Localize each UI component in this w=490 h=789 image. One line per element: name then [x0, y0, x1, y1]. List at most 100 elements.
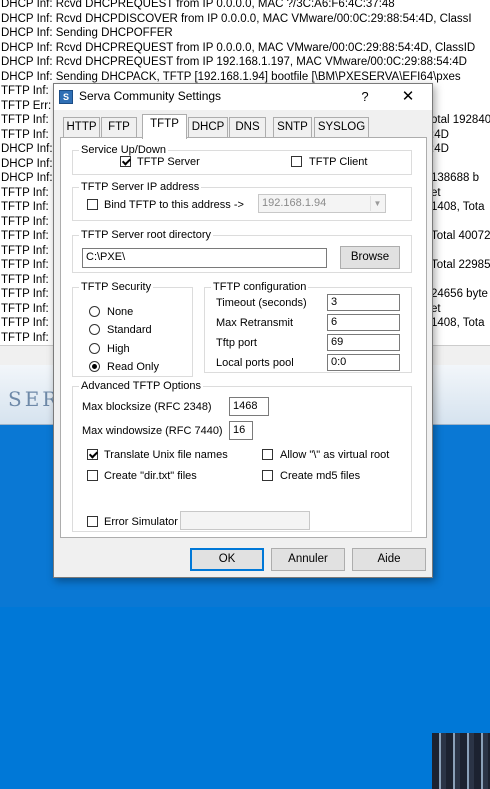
- log-line-fragment: otal 192840: [431, 114, 490, 126]
- log-line: TFTP Inf:: [1, 128, 49, 141]
- log-line-fragment: Total 40072: [431, 230, 490, 242]
- log-line-fragment: 24656 byte: [431, 288, 488, 300]
- tftp-port-label: Tftp port: [216, 337, 257, 349]
- error-simulator-label: Error Simulator: [104, 516, 178, 528]
- log-line: TFTP Inf:: [1, 331, 49, 344]
- log-line: DHCP Inf: Rcvd DHCPDISCOVER from IP 0.0.…: [1, 12, 472, 25]
- security-none-label: None: [107, 306, 134, 318]
- security-readonly-label: Read Only: [107, 361, 159, 373]
- tftp-server-checkbox[interactable]: [120, 156, 131, 167]
- max-retransmit-label: Max Retransmit: [216, 317, 294, 329]
- translate-unix-label: Translate Unix file names: [104, 449, 228, 461]
- log-line-fragment: 1408, Tota: [431, 317, 485, 329]
- log-line: TFTP Inf:: [1, 317, 49, 329]
- tab-sntp[interactable]: SNTP: [273, 117, 312, 138]
- log-line-fragment: :4D: [431, 128, 449, 141]
- error-simulator-checkbox[interactable]: [87, 516, 98, 527]
- browse-button[interactable]: Browse: [340, 246, 400, 269]
- ip-address-combobox[interactable]: 192.168.1.94 ▼: [258, 194, 386, 213]
- log-line: TFTP Inf:: [1, 201, 49, 213]
- log-line: DHCP Inf:: [1, 143, 53, 155]
- max-blocksize-label: Max blocksize (RFC 2348): [82, 401, 212, 413]
- max-windowsize-input[interactable]: 16: [229, 421, 253, 440]
- virtual-root-label: Allow "\" as virtual root: [280, 449, 390, 461]
- tftp-client-checkbox[interactable]: [291, 156, 302, 167]
- settings-dialog: S Serva Community Settings ? ✕ HTTP FTP …: [53, 83, 433, 578]
- tab-ftp[interactable]: FTP: [101, 117, 137, 138]
- tab-dhcp[interactable]: DHCP: [188, 117, 228, 138]
- configuration-group: TFTP configuration Timeout (seconds) 3 M…: [204, 280, 412, 373]
- root-directory-group: TFTP Server root directory C:\PXE\ Brows…: [72, 228, 412, 273]
- log-line: TFTP Err:: [1, 99, 52, 112]
- dialog-title: Serva Community Settings: [79, 89, 222, 103]
- advanced-options-group: Advanced TFTP Options Max blocksize (RFC…: [72, 379, 412, 532]
- ok-button[interactable]: OK: [190, 548, 264, 571]
- security-high-radio[interactable]: [89, 343, 100, 354]
- error-simulator-input[interactable]: [180, 511, 310, 530]
- close-button[interactable]: ✕: [397, 87, 419, 107]
- log-line: TFTP Inf:: [1, 230, 49, 242]
- help-dialog-button[interactable]: Aide: [352, 548, 426, 571]
- security-group-title: TFTP Security: [79, 280, 154, 294]
- root-directory-group-title: TFTP Server root directory: [79, 228, 213, 242]
- timeout-input[interactable]: 3: [327, 294, 400, 311]
- tftp-tab-panel: Service Up/Down TFTP Server TFTP Client …: [60, 137, 427, 538]
- advanced-options-group-title: Advanced TFTP Options: [79, 379, 204, 393]
- log-line-fragment: 138688 b: [431, 172, 479, 184]
- log-line: TFTP Inf:: [1, 302, 49, 315]
- bind-tftp-label: Bind TFTP to this address ->: [104, 199, 244, 211]
- security-high-label: High: [107, 343, 130, 355]
- chevron-down-icon[interactable]: ▼: [370, 196, 384, 211]
- root-directory-input[interactable]: C:\PXE\: [82, 248, 327, 268]
- serva-app-icon: S: [59, 90, 73, 104]
- log-line: TFTP Inf:: [1, 259, 49, 271]
- tab-http[interactable]: HTTP: [63, 117, 100, 138]
- log-line: TFTP Inf:: [1, 288, 49, 300]
- log-line: TFTP Inf:: [1, 114, 49, 126]
- create-md5-label: Create md5 files: [280, 470, 361, 482]
- translate-unix-checkbox[interactable]: [87, 449, 98, 460]
- configuration-group-title: TFTP configuration: [211, 280, 309, 294]
- max-windowsize-label: Max windowsize (RFC 7440): [82, 425, 223, 437]
- max-blocksize-input[interactable]: 1468: [229, 397, 269, 416]
- max-retransmit-input[interactable]: 6: [327, 314, 400, 331]
- create-md5-checkbox[interactable]: [262, 470, 273, 481]
- log-line: TFTP Inf:: [1, 244, 49, 257]
- log-line: TFTP Inf:: [1, 186, 49, 199]
- log-line: DHCP Inf: Rcvd DHCPREQUEST from IP 192.1…: [1, 56, 467, 68]
- tab-tftp[interactable]: TFTP: [142, 114, 187, 139]
- log-line-fragment: 1408, Tota: [431, 201, 485, 213]
- security-readonly-radio[interactable]: [89, 361, 100, 372]
- title-bar[interactable]: S Serva Community Settings ? ✕: [54, 84, 432, 110]
- tftp-port-input[interactable]: 69: [327, 334, 400, 351]
- security-none-radio[interactable]: [89, 306, 100, 317]
- log-line: DHCP Inf:: [1, 172, 53, 184]
- local-ports-pool-input[interactable]: 0:0: [327, 354, 400, 371]
- log-line: DHCP Inf: Rcvd DHCPREQUEST from IP 0.0.0…: [1, 41, 476, 54]
- security-standard-label: Standard: [107, 324, 152, 336]
- help-button[interactable]: ?: [354, 87, 376, 107]
- cancel-button[interactable]: Annuler: [271, 548, 345, 571]
- tftp-client-label: TFTP Client: [309, 156, 368, 168]
- log-line: TFTP Inf:: [1, 215, 49, 228]
- service-group: Service Up/Down TFTP Server TFTP Client: [72, 143, 412, 175]
- log-line: DHCP Inf:: [1, 157, 53, 170]
- bind-tftp-checkbox[interactable]: [87, 199, 98, 210]
- server-rack-image: [432, 733, 490, 789]
- security-group: TFTP Security None Standard High Read On…: [72, 280, 193, 377]
- timeout-label: Timeout (seconds): [216, 297, 307, 309]
- log-line-fragment: :4D: [431, 143, 449, 155]
- log-line: DHCP Inf: Sending DHCPOFFER: [1, 27, 173, 39]
- log-line: TFTP Inf:: [1, 273, 49, 286]
- tab-syslog[interactable]: SYSLOG: [314, 117, 369, 138]
- security-standard-radio[interactable]: [89, 324, 100, 335]
- tab-dns[interactable]: DNS: [229, 117, 266, 138]
- virtual-root-checkbox[interactable]: [262, 449, 273, 460]
- log-line-fragment: Total 22985: [431, 259, 490, 271]
- log-line: DHCP Inf: Rcvd DHCPREQUEST from IP 0.0.0…: [1, 0, 395, 10]
- create-dirtxt-checkbox[interactable]: [87, 470, 98, 481]
- tftp-server-label: TFTP Server: [137, 156, 200, 168]
- local-ports-pool-label: Local ports pool: [216, 357, 294, 369]
- ip-address-group-title: TFTP Server IP address: [79, 180, 202, 194]
- ip-address-value: 192.168.1.94: [262, 197, 327, 209]
